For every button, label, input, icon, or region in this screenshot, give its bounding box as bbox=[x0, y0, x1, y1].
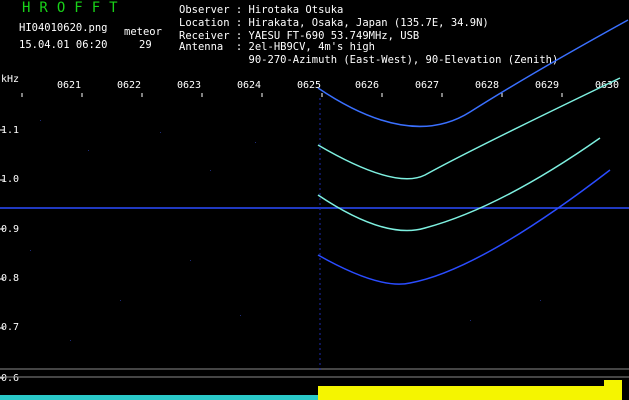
level-bar bbox=[318, 386, 608, 400]
level-noise bbox=[0, 395, 318, 400]
time-tick-marks bbox=[21, 93, 563, 97]
doppler-trace bbox=[317, 19, 629, 128]
freq-tick-marks bbox=[0, 129, 4, 379]
level-bar-right bbox=[604, 380, 622, 400]
noise-dots bbox=[30, 120, 541, 341]
doppler-trace bbox=[317, 77, 621, 180]
doppler-trace bbox=[317, 137, 601, 232]
spectrogram bbox=[0, 19, 629, 400]
doppler-trace bbox=[317, 169, 611, 285]
